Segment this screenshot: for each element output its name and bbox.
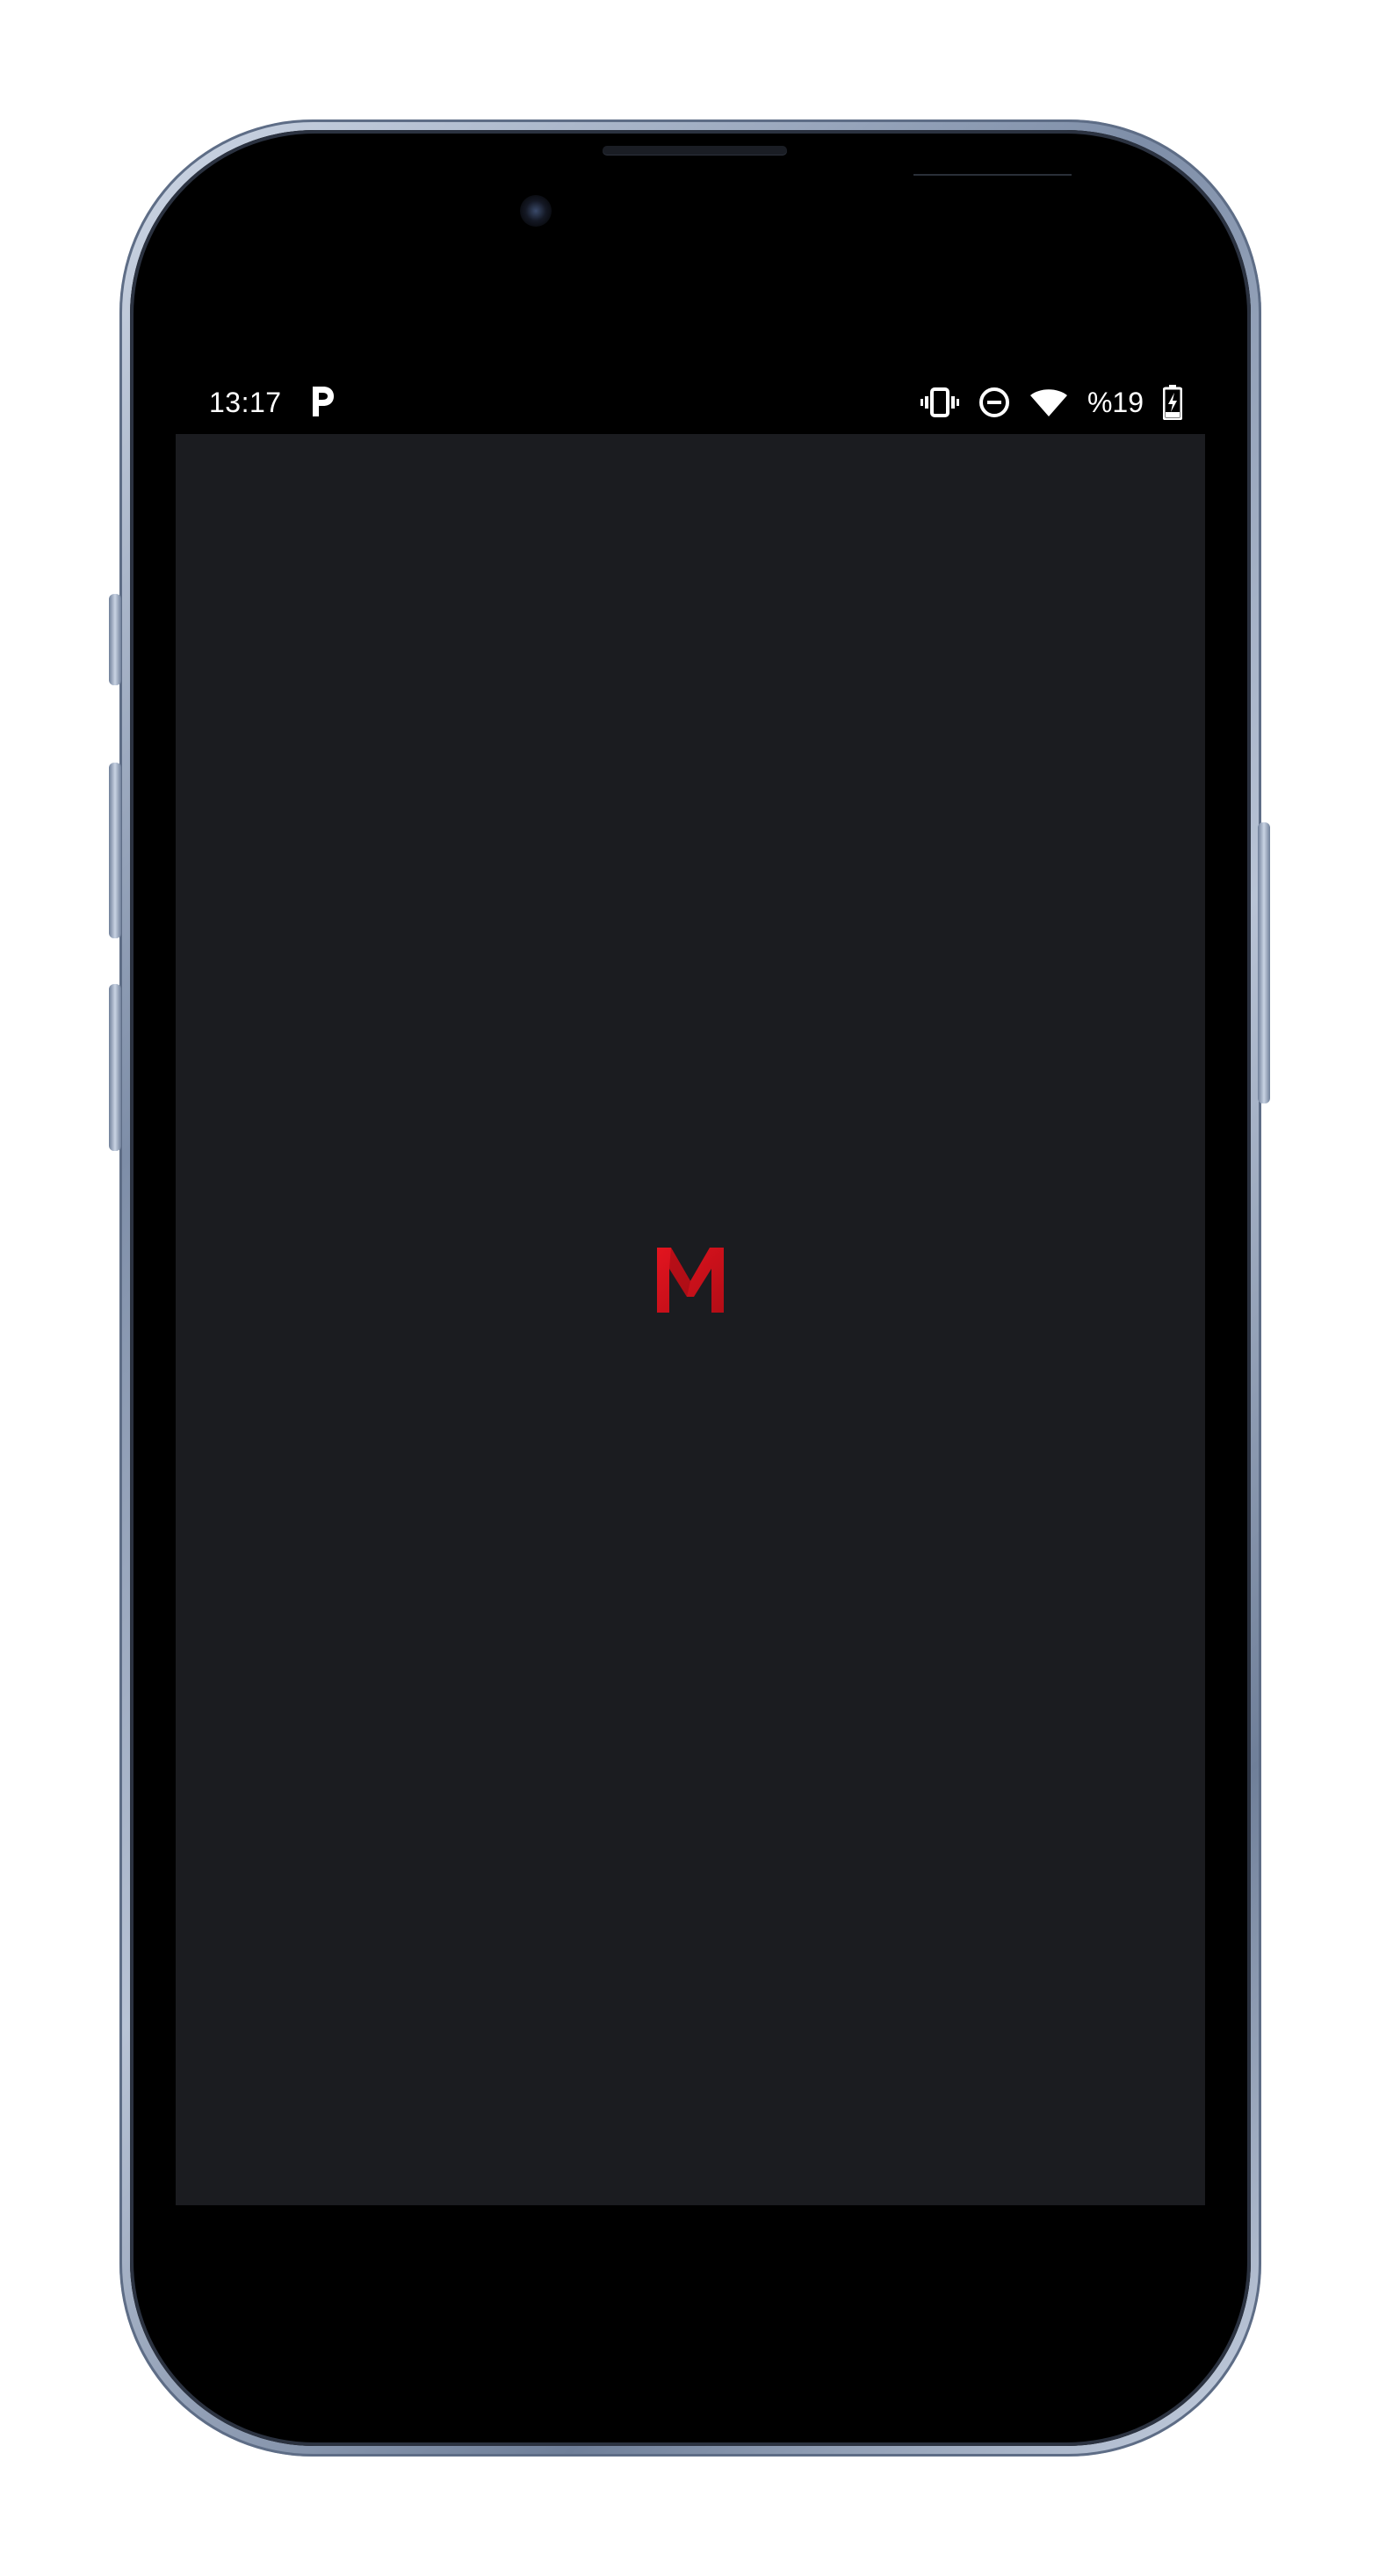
status-icons: %19 (920, 383, 1182, 422)
battery-charging-icon (1163, 385, 1182, 420)
vibrate-icon (920, 387, 959, 418)
battery-percent: %19 (1087, 386, 1144, 418)
app-splash-screen (176, 434, 1205, 2205)
device-mockup: 13:17 %19 (0, 0, 1379, 2576)
volume-down-button (109, 984, 121, 1151)
earpiece-speaker (603, 146, 787, 155)
wifi-icon (1029, 387, 1068, 417)
status-time: 13:17 (209, 387, 282, 418)
app-logo (653, 1242, 727, 1316)
do-not-disturb-icon (978, 387, 1010, 418)
volume-up-button (109, 763, 121, 938)
proximity-sensor (913, 174, 1072, 176)
status-bar: 13:17 %19 (176, 378, 1205, 431)
p-icon (309, 383, 336, 418)
front-camera-icon (520, 195, 552, 227)
power-button (1258, 822, 1270, 1103)
mute-switch (109, 594, 121, 685)
